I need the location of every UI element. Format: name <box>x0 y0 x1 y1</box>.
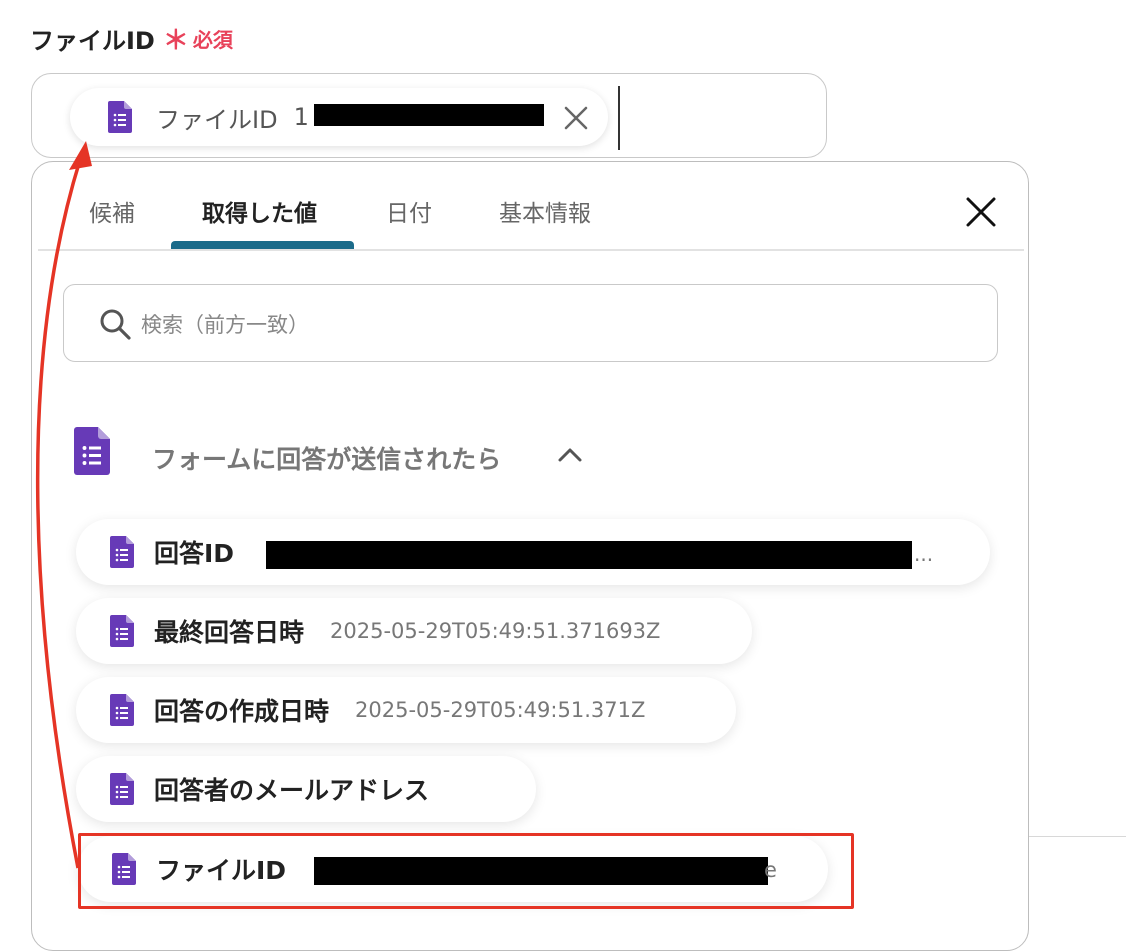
annotation-arrow <box>35 141 92 869</box>
